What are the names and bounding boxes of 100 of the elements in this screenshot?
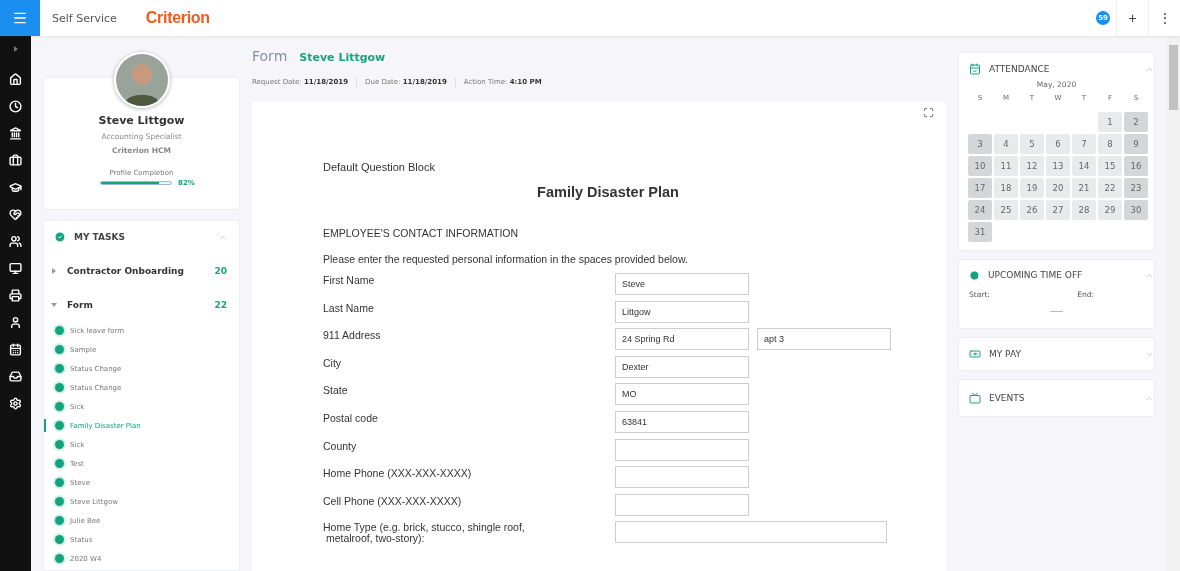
page-title: Form bbox=[252, 48, 288, 64]
field-label: City bbox=[323, 355, 343, 369]
block-title: Default Question Block bbox=[323, 161, 436, 173]
calendar-day[interactable]: 16 bbox=[1124, 156, 1148, 176]
card-title: UPCOMING TIME OFF bbox=[988, 270, 1083, 280]
status-dot bbox=[55, 326, 64, 335]
calendar-day[interactable]: 3 bbox=[968, 134, 992, 154]
monitor-icon[interactable] bbox=[8, 260, 23, 276]
status-dot bbox=[55, 459, 64, 468]
calendar-day[interactable]: 8 bbox=[1098, 134, 1122, 154]
section-title: Self Service bbox=[52, 11, 117, 25]
task-count: 22 bbox=[214, 299, 227, 310]
task-count: 20 bbox=[214, 265, 227, 276]
input-field[interactable]: Dexter bbox=[615, 355, 749, 378]
inbox-icon[interactable] bbox=[8, 368, 23, 384]
input-field[interactable] bbox=[615, 493, 749, 516]
employee-name: Steve Littgow bbox=[299, 51, 386, 64]
printer-icon[interactable] bbox=[8, 287, 23, 303]
calendar-day[interactable]: 2 bbox=[1124, 112, 1148, 132]
calendar-day[interactable]: 15 bbox=[1098, 156, 1122, 176]
calendar-day[interactable]: 24 bbox=[968, 200, 992, 220]
menu-icon[interactable] bbox=[12, 10, 28, 26]
input-field[interactable]: 24 Spring Rd bbox=[615, 328, 749, 351]
status-dot bbox=[55, 535, 64, 544]
instructions: Please enter the requested personal information in the spaces provided below. bbox=[323, 253, 689, 265]
caret-icon[interactable] bbox=[51, 267, 57, 274]
clock-icon bbox=[969, 269, 980, 281]
calendar-day[interactable]: 1 bbox=[1098, 112, 1122, 132]
menu-button[interactable] bbox=[0, 0, 40, 36]
calendar-day[interactable]: 28 bbox=[1072, 200, 1096, 220]
calendar-day[interactable]: 20 bbox=[1046, 178, 1070, 198]
user-icon[interactable] bbox=[8, 314, 23, 330]
input-field[interactable]: Littgow bbox=[615, 300, 749, 323]
calendar-day[interactable]: 27 bbox=[1046, 200, 1070, 220]
screen-icon bbox=[969, 392, 981, 404]
input-field[interactable] bbox=[615, 521, 887, 544]
fullscreen-icon[interactable] bbox=[923, 107, 934, 118]
calendar-day[interactable]: 17 bbox=[968, 178, 992, 198]
calendar-day[interactable]: 9 bbox=[1124, 134, 1148, 154]
input-field[interactable]: MO bbox=[615, 383, 749, 406]
field-label: Postal code bbox=[323, 410, 379, 424]
heart-hand-icon[interactable] bbox=[8, 206, 23, 222]
calendar-day[interactable]: 7 bbox=[1072, 134, 1096, 154]
calendar-day[interactable]: 12 bbox=[1020, 156, 1044, 176]
briefcase-icon[interactable] bbox=[8, 152, 23, 168]
calendar-day[interactable]: 30 bbox=[1124, 200, 1148, 220]
input-field[interactable] bbox=[615, 438, 749, 461]
calendar-day[interactable]: 19 bbox=[1020, 178, 1044, 198]
status-dot bbox=[55, 364, 64, 373]
calendar-day[interactable]: 6 bbox=[1046, 134, 1070, 154]
status-dot bbox=[55, 478, 64, 487]
settings-icon[interactable] bbox=[8, 395, 23, 411]
task-group[interactable]: Form bbox=[67, 299, 93, 310]
calendar-day[interactable]: 26 bbox=[1020, 200, 1044, 220]
calendar-day[interactable]: 22 bbox=[1098, 178, 1122, 198]
caret-icon[interactable] bbox=[51, 301, 57, 308]
input-field[interactable]: Steve bbox=[615, 273, 749, 295]
more-button[interactable]: ⋮ bbox=[1148, 0, 1180, 36]
input-field[interactable] bbox=[615, 466, 749, 489]
status-dot bbox=[55, 554, 64, 563]
profile-name: Steve Littgow bbox=[98, 114, 185, 127]
calendar-day[interactable]: 29 bbox=[1098, 200, 1122, 220]
home-icon[interactable] bbox=[8, 71, 23, 87]
calendar-day[interactable]: 14 bbox=[1072, 156, 1096, 176]
card-title: EVENTS bbox=[989, 393, 1025, 403]
field-label: Home Type (e.g. brick, stucco, shingle roof, metalroof, two-story): bbox=[323, 521, 526, 545]
status-dot bbox=[55, 516, 64, 525]
field-label: State bbox=[323, 383, 349, 397]
task-group[interactable]: Contractor Onboarding bbox=[67, 265, 184, 276]
card-title: ATTENDANCE bbox=[989, 64, 1050, 74]
clock-icon[interactable] bbox=[8, 98, 23, 114]
status-dot bbox=[55, 440, 64, 449]
calendar-check-icon bbox=[969, 63, 981, 75]
calendar-day[interactable]: 5 bbox=[1020, 134, 1044, 154]
calendar-day[interactable]: 21 bbox=[1072, 178, 1096, 198]
calendar-day[interactable]: 11 bbox=[994, 156, 1018, 176]
money-icon bbox=[969, 348, 981, 360]
input-field[interactable]: 63841 bbox=[615, 410, 749, 433]
field-label: Cell Phone (XXX-XXX-XXXX) bbox=[323, 493, 463, 507]
status-dot bbox=[55, 383, 64, 392]
calendar-day[interactable]: 25 bbox=[994, 200, 1018, 220]
calendar-day[interactable]: 31 bbox=[968, 222, 992, 242]
calendar-day[interactable]: 18 bbox=[994, 178, 1018, 198]
calendar-day[interactable]: 4 bbox=[994, 134, 1018, 154]
field-label: 911 Address bbox=[323, 328, 382, 342]
status-dot bbox=[55, 402, 64, 411]
card-title: MY PAY bbox=[989, 349, 1021, 359]
brand-logo: Criterion bbox=[145, 9, 210, 27]
people-icon[interactable] bbox=[8, 233, 23, 249]
bank-icon[interactable] bbox=[8, 125, 23, 141]
form-title: Family Disaster Plan bbox=[536, 184, 680, 200]
status-dot bbox=[55, 345, 64, 354]
card-title: MY TASKS bbox=[74, 232, 125, 242]
field-label: County bbox=[323, 438, 358, 452]
calendar-day[interactable]: 13 bbox=[1046, 156, 1070, 176]
calendar-day[interactable]: 10 bbox=[968, 156, 992, 176]
input-field[interactable]: apt 3 bbox=[757, 328, 891, 351]
calendar-day[interactable]: 23 bbox=[1124, 178, 1148, 198]
add-button[interactable]: + bbox=[1116, 0, 1148, 36]
calendar-icon[interactable] bbox=[8, 341, 23, 357]
